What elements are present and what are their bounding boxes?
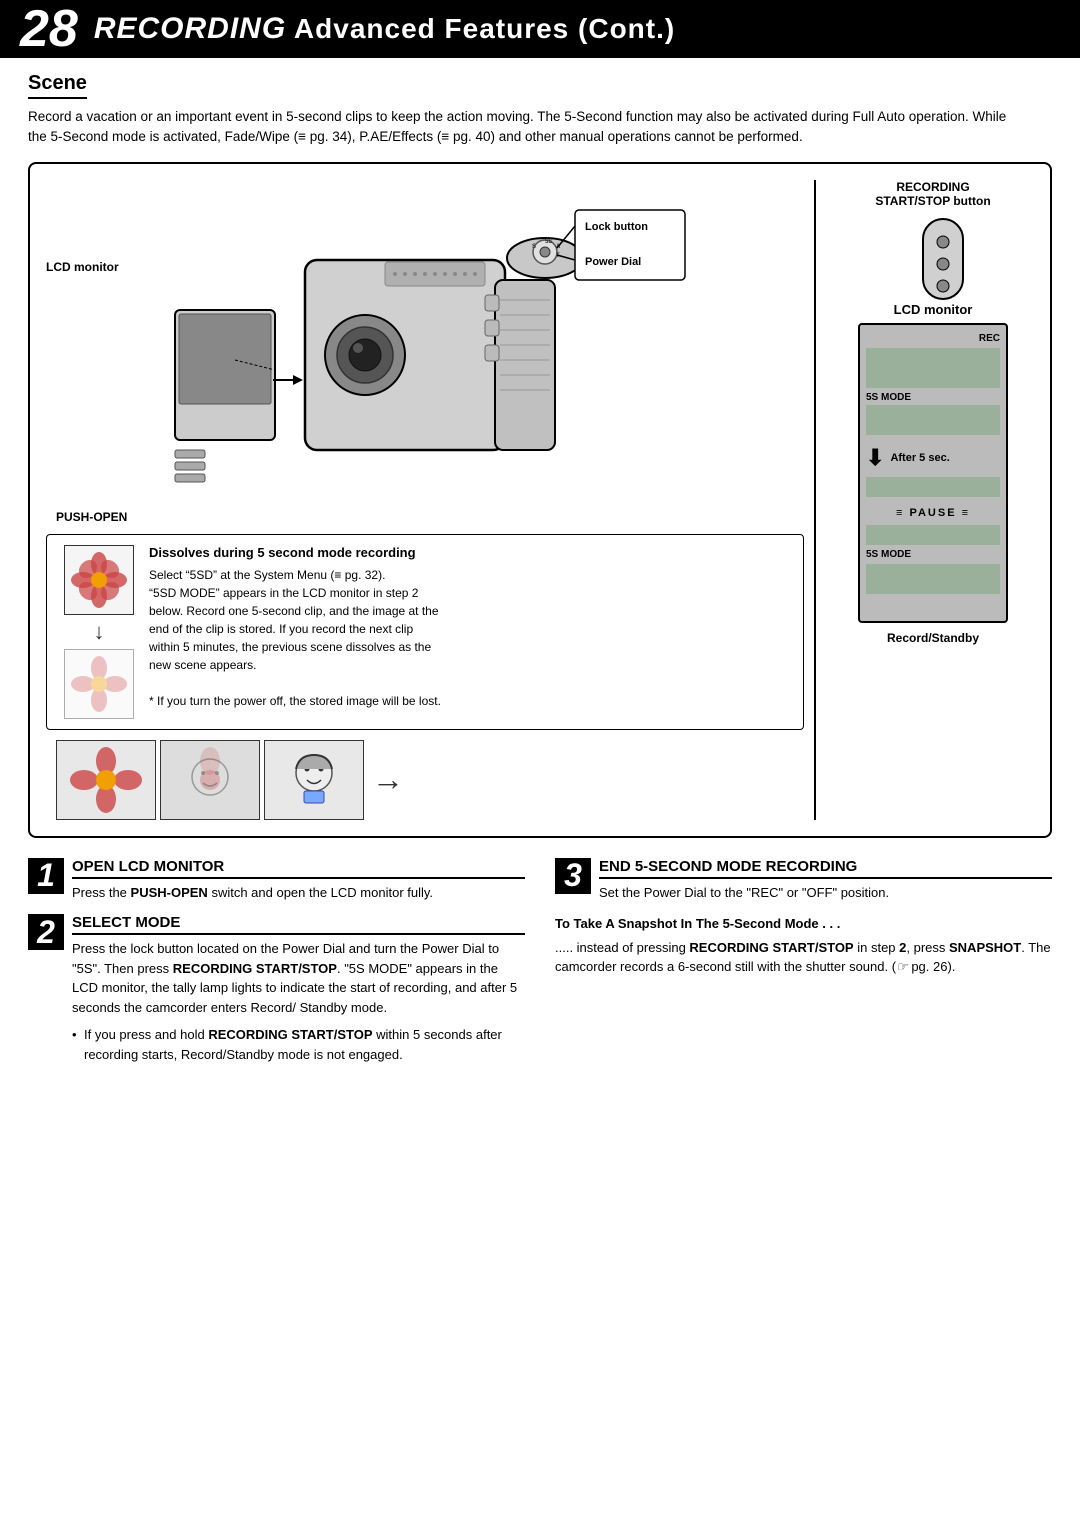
- dissolves-note: * If you turn the power off, the stored …: [149, 694, 441, 708]
- down-arrow-icon: ⬇: [866, 445, 884, 471]
- step-2-body: Press the lock button located on the Pow…: [72, 939, 525, 1017]
- step-3-body: Set the Power Dial to the "REC" or "OFF"…: [599, 883, 1052, 903]
- header-title-italic: RECORDING: [94, 12, 286, 45]
- dissolves-box: ↓ Dissolves during 5 second mode: [46, 534, 804, 730]
- bottom-images-row: →: [46, 740, 404, 820]
- recording-label-area: RECORDING START/STOP button: [832, 180, 1034, 210]
- snapshot-title: To Take A Snapshot In The 5-Second Mode …: [555, 914, 1052, 934]
- header-title: RECORDING Advanced Features (Cont.): [94, 12, 675, 46]
- lcd-gray-block-4: [866, 525, 1000, 545]
- lcd-gray-block-1: [866, 348, 1000, 388]
- step-1-body: Press the PUSH-OPEN switch and open the …: [72, 883, 525, 903]
- lcd-monitor-right-label: LCD monitor: [832, 302, 1034, 317]
- svg-text:S: S: [532, 244, 536, 250]
- step-3: 3 END 5-SECOND MODE RECORDING Set the Po…: [555, 858, 1052, 903]
- diagram-left: LCD monitor: [46, 180, 804, 820]
- lcd-gray-block-5: [866, 564, 1000, 594]
- recording-start-stop-text: RECORDING START/STOP button: [832, 180, 1034, 208]
- lcd-gray-block-3: [866, 477, 1000, 497]
- svg-text:5S: 5S: [545, 239, 552, 245]
- svg-text:Lock button: Lock button: [585, 221, 648, 233]
- dissolves-body: Select “5SD” at the System Menu (≡ pg. 3…: [149, 566, 791, 710]
- step-3-title: END 5-SECOND MODE RECORDING: [599, 858, 1052, 879]
- steps-right: 3 END 5-SECOND MODE RECORDING Set the Po…: [555, 858, 1052, 1077]
- step-2-number: 2: [28, 914, 64, 950]
- flower-image-top: [64, 545, 134, 615]
- page-content: Scene Record a vacation or an important …: [0, 58, 1080, 1096]
- page-header: 28 RECORDING Advanced Features (Cont.): [0, 0, 1080, 58]
- diagram-right: RECORDING START/STOP button LCD monitor …: [814, 180, 1034, 820]
- lcd-gray-block-2: [866, 405, 1000, 435]
- scene-heading: Scene: [28, 72, 87, 99]
- arrow-right-indicator: →: [372, 761, 404, 798]
- bottom-image-character: [264, 740, 364, 820]
- step-2-content: SELECT MODE Press the lock button locate…: [72, 914, 525, 1064]
- header-title-regular: Advanced Features (Cont.): [286, 13, 675, 44]
- step-1-content: OPEN LCD MONITOR Press the PUSH-OPEN swi…: [72, 858, 525, 903]
- lcd-5smode-top: 5S MODE: [866, 392, 1000, 403]
- dissolves-line3: below. Record one 5-second clip, and the…: [149, 604, 439, 618]
- bottom-image-flower: [56, 740, 156, 820]
- step-2-bullet: If you press and hold RECORDING START/ST…: [72, 1025, 525, 1064]
- flower-image-faded: [64, 649, 134, 719]
- dissolves-line2: “5SD MODE” appears in the LCD monitor in…: [149, 586, 418, 600]
- lcd-rec-text: REC: [866, 333, 1000, 344]
- rec-button-graphic: [903, 214, 963, 294]
- step-1: 1 OPEN LCD MONITOR Press the PUSH-OPEN s…: [28, 858, 525, 903]
- lcd-5smode-bottom: 5S MODE: [866, 549, 1000, 560]
- dissolves-line5: within 5 minutes, the previous scene dis…: [149, 640, 431, 654]
- dissolves-line1: Select “5SD” at the System Menu (≡ pg. 3…: [149, 568, 385, 582]
- snapshot-body: ..... instead of pressing RECORDING STAR…: [555, 938, 1052, 977]
- step-2-title: SELECT MODE: [72, 914, 525, 935]
- lcd-after-5sec: ⬇ After 5 sec.: [866, 445, 1000, 471]
- diagram-box: LCD monitor: [28, 162, 1052, 838]
- recording-label: RECORDING START/STOP button: [832, 180, 1034, 208]
- steps-left: 1 OPEN LCD MONITOR Press the PUSH-OPEN s…: [28, 858, 525, 1077]
- step-1-number: 1: [28, 858, 64, 894]
- camcorder-area: S 5S A T Lock button Power Dial: [46, 180, 804, 520]
- steps-container: 1 OPEN LCD MONITOR Press the PUSH-OPEN s…: [28, 858, 1052, 1077]
- bottom-image-dissolve: [160, 740, 260, 820]
- lcd-panel: REC 5S MODE ⬇ After 5 sec. ≡ PAUSE ≡ 5S …: [858, 323, 1008, 623]
- push-open-label: PUSH-OPEN: [56, 510, 127, 524]
- camcorder-svg: S 5S A T Lock button Power Dial: [46, 180, 804, 520]
- step-1-title: OPEN LCD MONITOR: [72, 858, 525, 879]
- svg-text:Power Dial: Power Dial: [585, 256, 641, 268]
- record-standby-label: Record/Standby: [832, 631, 1034, 645]
- dissolves-text-area: Dissolves during 5 second mode recording…: [149, 545, 791, 719]
- lcd-pause-text: ≡ PAUSE ≡: [866, 507, 1000, 519]
- snapshot-note: To Take A Snapshot In The 5-Second Mode …: [555, 914, 1052, 977]
- dissolves-title: Dissolves during 5 second mode recording: [149, 545, 791, 560]
- step-3-number: 3: [555, 858, 591, 894]
- step-3-content: END 5-SECOND MODE RECORDING Set the Powe…: [599, 858, 1052, 903]
- dissolve-arrow: ↓: [94, 619, 105, 645]
- scene-description: Record a vacation or an important event …: [28, 107, 1008, 148]
- page-number: 28: [20, 3, 78, 55]
- after-5sec-label: After 5 sec.: [890, 452, 949, 464]
- step-2: 2 SELECT MODE Press the lock button loca…: [28, 914, 525, 1064]
- dissolves-line6: new scene appears.: [149, 658, 256, 672]
- dissolves-line4: end of the clip is stored. If you record…: [149, 622, 413, 636]
